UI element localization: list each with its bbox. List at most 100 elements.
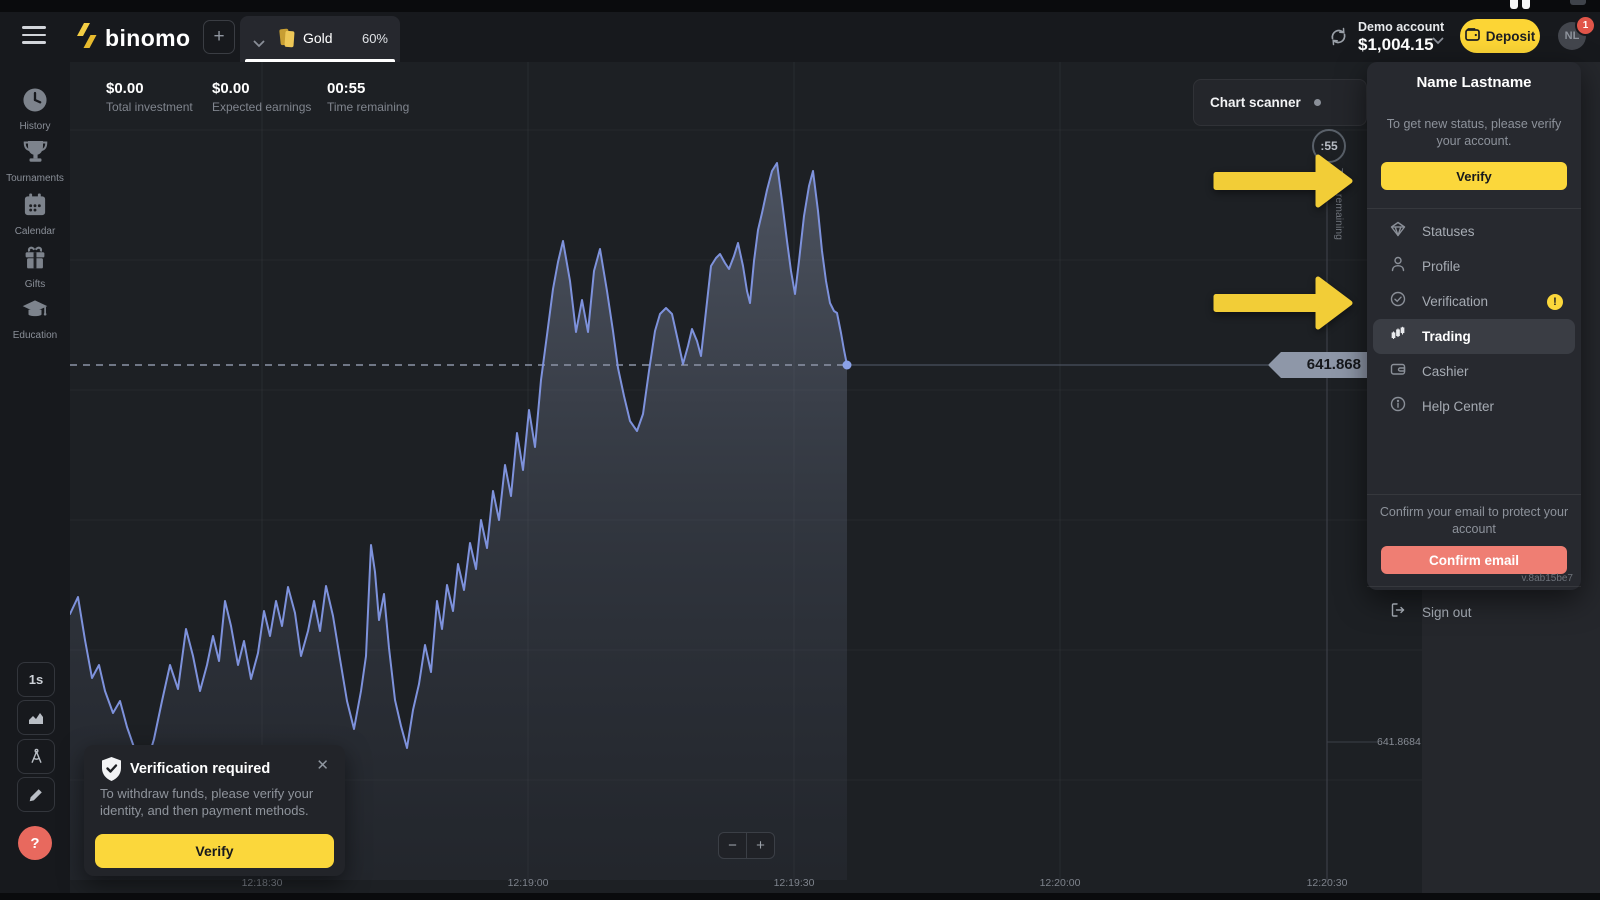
left-sidebar: History Tournaments Calendar Gifts Educa… (0, 62, 70, 893)
menu-item-label: Trading (1422, 329, 1471, 344)
notification-badge: 1 (1575, 15, 1596, 36)
chart-scanner-label: Chart scanner (1210, 95, 1301, 110)
account-switcher[interactable]: Demo account $1,004.15 (1358, 20, 1430, 55)
diamond-icon (1389, 220, 1407, 243)
deposit-button[interactable]: Deposit (1460, 19, 1540, 53)
sidebar-item-label: Gifts (0, 279, 70, 290)
status-dot-icon (1314, 99, 1321, 106)
popup-title: Verification required (130, 761, 270, 777)
graduation-cap-icon (21, 309, 49, 326)
menu-item-label: Cashier (1422, 364, 1469, 379)
popup-body: To withdraw funds, please verify your id… (100, 786, 332, 819)
hamburger-menu-icon[interactable] (22, 26, 46, 44)
gold-bars-icon (277, 27, 297, 54)
menu-item-cashier[interactable]: Cashier (1367, 354, 1581, 389)
stat-expected-earnings: $0.00 Expected earnings (212, 80, 311, 114)
sidebar-item-history[interactable]: History (0, 87, 70, 132)
time-axis-label: 12:18:30 (242, 877, 283, 889)
sidebar-item-label: Calendar (0, 226, 70, 237)
chevron-down-icon[interactable] (1432, 32, 1444, 50)
area-chart-icon (27, 710, 45, 726)
account-menu-panel: Name Lastname To get new status, please … (1367, 62, 1581, 590)
add-asset-tab-button[interactable]: + (203, 20, 235, 54)
asset-tab-gold[interactable]: Gold 60% (240, 16, 400, 62)
help-button[interactable]: ? (18, 826, 52, 860)
stat-value: 00:55 (327, 80, 409, 97)
divider (1367, 208, 1581, 209)
current-price-tag: 641.868 (1268, 352, 1370, 378)
stat-value: $0.00 (212, 80, 311, 97)
stat-label: Expected earnings (212, 100, 311, 114)
wallet-icon (1465, 28, 1480, 44)
close-icon[interactable]: ✕ (316, 756, 329, 774)
time-axis-label: 12:19:30 (774, 877, 815, 889)
verification-alert-badge: ! (1547, 294, 1563, 310)
sidebar-item-education[interactable]: Education (0, 296, 70, 341)
divider (1367, 586, 1581, 587)
sidebar-item-calendar[interactable]: Calendar (0, 192, 70, 237)
top-screen-strip (0, 0, 1600, 12)
candlestick-chart-icon (1389, 325, 1407, 348)
indicators-button[interactable] (17, 739, 55, 774)
shield-check-icon (100, 756, 123, 787)
deadline-axis-label: Time remaining (1333, 168, 1345, 240)
app-version: v.8ab15be7 (1521, 573, 1573, 584)
person-icon (1389, 255, 1407, 278)
chart-type-button[interactable] (17, 700, 55, 735)
clock-icon (22, 100, 48, 117)
sign-out-icon (1389, 601, 1407, 624)
verify-button[interactable]: Verify (1381, 162, 1567, 190)
menu-item-verification[interactable]: Verification ! (1367, 284, 1581, 319)
sidebar-item-gifts[interactable]: Gifts (0, 245, 70, 290)
sign-out-label: Sign out (1422, 605, 1472, 620)
menu-item-label: Help Center (1422, 399, 1494, 414)
deposit-label: Deposit (1486, 29, 1536, 44)
brand-name: binomo (105, 25, 190, 52)
top-bar: binomo + Gold 60% Demo (0, 12, 1600, 62)
divider (1367, 494, 1581, 495)
active-tab-underline (245, 59, 395, 62)
stat-value: $0.00 (106, 80, 193, 97)
popup-verify-button[interactable]: Verify (95, 834, 334, 868)
menu-item-help-center[interactable]: Help Center (1367, 389, 1581, 424)
menu-item-profile[interactable]: Profile (1367, 249, 1581, 284)
verification-popup: Verification required ✕ To withdraw fund… (84, 745, 345, 876)
deadline-timer: :55 (1312, 129, 1346, 163)
drawing-tools-button[interactable] (17, 777, 55, 812)
zoom-out-button[interactable]: − (718, 832, 747, 859)
chevron-down-icon (253, 35, 265, 53)
sidebar-item-label: Education (0, 330, 70, 341)
menu-item-trading[interactable]: Trading (1373, 319, 1575, 354)
status-subtitle: To get new status, please verify your ac… (1381, 116, 1567, 149)
chart-scanner-button[interactable]: Chart scanner (1193, 79, 1367, 126)
time-axis-label: 12:20:30 (1307, 877, 1348, 889)
confirm-email-note: Confirm your email to protect your accou… (1379, 504, 1569, 537)
zoom-in-button[interactable]: + (746, 832, 775, 859)
menu-item-label: Verification (1422, 294, 1488, 309)
stat-time-remaining: 00:55 Time remaining (327, 80, 409, 114)
sidebar-item-label: Tournaments (0, 173, 70, 184)
account-holder-name: Name Lastname (1367, 74, 1581, 91)
time-axis-label: 12:19:00 (508, 877, 549, 889)
wallet-icon (1389, 360, 1407, 383)
menu-item-statuses[interactable]: Statuses (1367, 214, 1581, 249)
menu-item-label: Statuses (1422, 224, 1475, 239)
menu-item-label: Profile (1422, 259, 1460, 274)
sign-out-button[interactable]: Sign out (1367, 596, 1581, 628)
account-balance: $1,004.15 (1358, 35, 1430, 55)
refresh-balance-icon[interactable] (1328, 26, 1349, 52)
gift-icon (22, 258, 48, 275)
account-menu-list: Statuses Profile Verification ! Trading … (1367, 214, 1581, 424)
asset-payout: 60% (362, 31, 388, 46)
pencil-icon (28, 787, 44, 803)
binomo-trading-app: $0.00 Total investment $0.00 Expected ea… (0, 0, 1600, 900)
sidebar-item-tournaments[interactable]: Tournaments (0, 138, 70, 184)
asset-name: Gold (303, 30, 333, 46)
account-type-label: Demo account (1358, 20, 1430, 34)
screen-control-icon (1570, 0, 1586, 5)
calendar-icon (22, 205, 48, 222)
pause-icon[interactable] (1510, 0, 1518, 9)
interval-button[interactable]: 1s (17, 662, 55, 697)
confirm-email-button[interactable]: Confirm email (1381, 546, 1567, 574)
pause-icon[interactable] (1522, 0, 1530, 9)
